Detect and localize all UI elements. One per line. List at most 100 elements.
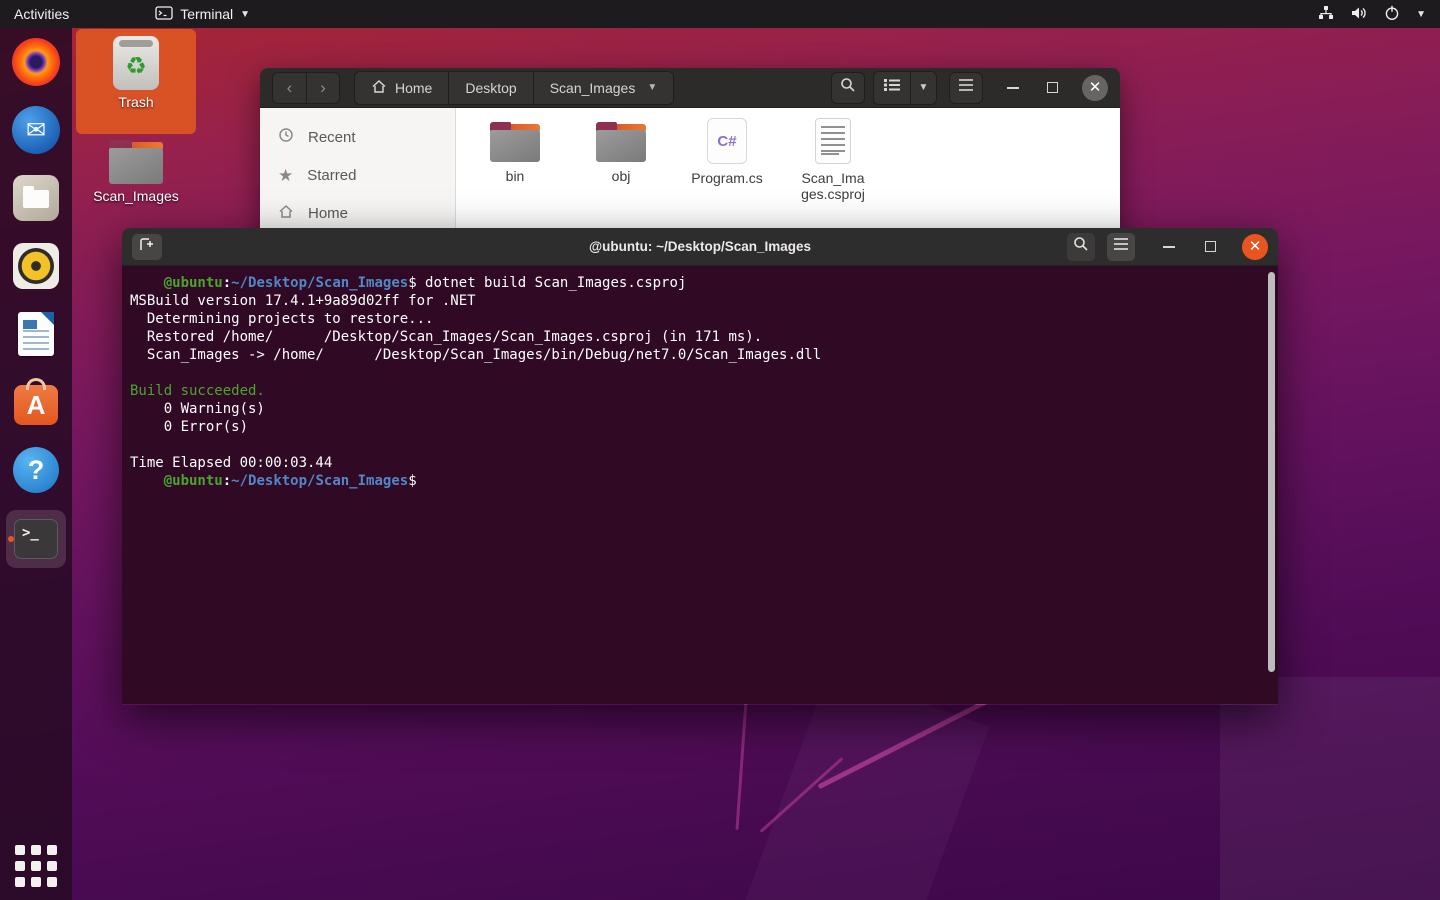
forward-button[interactable]: › xyxy=(306,73,339,103)
csharp-file-icon: C# xyxy=(707,118,747,164)
close-icon: ✕ xyxy=(1089,80,1102,95)
file-label: Scan_Images.csproj xyxy=(801,170,865,202)
sidebar-item-home[interactable]: Home xyxy=(260,194,455,232)
list-view-button[interactable] xyxy=(874,72,910,104)
file-item-program-cs[interactable]: C# Program.cs xyxy=(674,118,780,186)
maximize-button[interactable] xyxy=(1047,82,1058,93)
sidebar-item-label: Home xyxy=(308,205,348,222)
system-status-area[interactable]: ▼ xyxy=(1318,5,1440,24)
help-icon: ? xyxy=(13,447,59,493)
running-indicator-dot xyxy=(8,536,14,542)
wallpaper-shade xyxy=(1220,677,1440,900)
dock-item-thunderbird[interactable]: ✉ xyxy=(12,106,60,154)
desktop-icon-scan-images[interactable]: Scan_Images xyxy=(76,140,196,220)
rhythmbox-icon xyxy=(13,243,59,289)
terminal-screen[interactable]: @ubuntu:~/Desktop/Scan_Images$ dotnet bu… xyxy=(122,266,1278,704)
sidebar-item-starred[interactable]: ★ Starred xyxy=(260,156,455,194)
breadcrumb-scan-images[interactable]: Scan_Images ▼ xyxy=(533,72,674,104)
minimize-button[interactable] xyxy=(1007,87,1019,89)
terminal-line: Scan_Images -> /home/ /Desktop/Scan_Imag… xyxy=(130,346,1278,364)
terminal-line: Restored /home/ /Desktop/Scan_Images/Sca… xyxy=(130,328,1278,346)
breadcrumb-home[interactable]: Home xyxy=(355,72,448,104)
search-button[interactable] xyxy=(831,72,865,104)
terminal-menu-button[interactable] xyxy=(1107,233,1135,261)
terminal-window-icon xyxy=(155,6,173,23)
terminal-search-button[interactable] xyxy=(1067,233,1095,261)
terminal-line: @ubuntu:~/Desktop/Scan_Images$ dotnet bu… xyxy=(130,274,1278,292)
terminal-line: MSBuild version 17.4.1+9a89d02ff for .NE… xyxy=(130,292,1278,310)
trash-icon: ♻ xyxy=(113,36,159,90)
top-bar: Activities Terminal ▼ ▼ xyxy=(0,0,1440,28)
activities-button[interactable]: Activities xyxy=(0,0,83,28)
folder-icon xyxy=(596,122,646,162)
hamburger-menu-icon xyxy=(958,78,974,97)
terminal-line: Build succeeded. xyxy=(130,382,1278,400)
file-item-obj[interactable]: obj xyxy=(568,122,674,184)
list-view-icon xyxy=(883,78,901,97)
terminal-window: @ubuntu: ~/Desktop/Scan_Images ✕ @ubuntu… xyxy=(122,228,1278,705)
dock-item-firefox[interactable] xyxy=(12,38,60,86)
chevron-down-icon: ▼ xyxy=(1416,9,1426,20)
sidebar-item-label: Starred xyxy=(307,167,356,184)
folder-icon xyxy=(490,122,540,162)
power-icon xyxy=(1384,5,1400,24)
star-icon: ★ xyxy=(278,167,293,184)
desktop-icon-label: Trash xyxy=(118,94,153,110)
show-applications-button[interactable] xyxy=(15,845,57,887)
file-item-csproj[interactable]: Scan_Images.csproj xyxy=(780,118,886,202)
search-icon xyxy=(1073,236,1089,257)
back-button[interactable]: ‹ xyxy=(273,73,306,103)
dock-item-rhythmbox[interactable] xyxy=(12,242,60,290)
folder-icon xyxy=(109,140,163,184)
chevron-left-icon: ‹ xyxy=(287,78,293,98)
thunderbird-icon: ✉ xyxy=(12,106,60,154)
chevron-right-icon: › xyxy=(320,78,326,98)
recent-clock-icon xyxy=(278,127,294,147)
terminal-line xyxy=(130,436,1278,454)
activities-label: Activities xyxy=(14,6,69,22)
dock-item-files[interactable] xyxy=(12,174,60,222)
app-menu-terminal[interactable]: Terminal ▼ xyxy=(147,0,258,28)
wallpaper-art xyxy=(735,700,747,830)
recycle-icon: ♻ xyxy=(125,52,147,81)
maximize-button[interactable] xyxy=(1205,241,1216,252)
terminal-toolbar-right: ✕ xyxy=(1067,233,1268,261)
terminal-line: @ubuntu:~/Desktop/Scan_Images$ xyxy=(130,472,1278,490)
sidebar-item-recent[interactable]: Recent xyxy=(260,118,455,156)
dock-item-terminal[interactable]: >_ xyxy=(12,515,60,563)
minimize-button[interactable] xyxy=(1163,246,1175,248)
dock-item-libreoffice-writer[interactable] xyxy=(12,310,60,358)
volume-icon xyxy=(1350,5,1368,24)
sidebar-item-label: Recent xyxy=(308,129,356,146)
file-item-bin[interactable]: bin xyxy=(462,122,568,184)
close-icon: ✕ xyxy=(1249,239,1262,254)
desktop: Activities Terminal ▼ ▼ ✉ xyxy=(0,0,1440,900)
terminal-line: Determining projects to restore... xyxy=(130,310,1278,328)
close-button[interactable]: ✕ xyxy=(1242,234,1268,260)
chevron-down-icon: ▼ xyxy=(919,82,929,93)
files-toolbar-right: ▼ ✕ xyxy=(831,71,1108,105)
view-toggle: ▼ xyxy=(873,71,937,105)
breadcrumb-label: Desktop xyxy=(465,80,516,96)
document-icon xyxy=(815,118,851,164)
view-options-dropdown[interactable]: ▼ xyxy=(910,72,936,104)
file-label: obj xyxy=(589,168,653,184)
desktop-icon-trash[interactable]: ♻ Trash xyxy=(76,29,196,134)
files-menu-button[interactable] xyxy=(949,72,983,104)
search-icon xyxy=(840,77,856,98)
dock-item-help[interactable]: ? xyxy=(12,446,60,494)
navigation-buttons: ‹ › xyxy=(272,72,340,104)
breadcrumb-desktop[interactable]: Desktop xyxy=(448,72,532,104)
new-tab-button[interactable] xyxy=(132,234,162,260)
terminal-headerbar: @ubuntu: ~/Desktop/Scan_Images ✕ xyxy=(122,228,1278,266)
dock-item-ubuntu-software[interactable]: A xyxy=(12,378,60,426)
chevron-down-icon: ▼ xyxy=(240,9,250,20)
terminal-scrollbar[interactable] xyxy=(1268,272,1275,672)
terminal-line: Time Elapsed 00:00:03.44 xyxy=(130,454,1278,472)
close-button[interactable]: ✕ xyxy=(1082,75,1108,101)
chevron-down-icon: ▼ xyxy=(647,82,657,93)
home-icon xyxy=(278,204,294,223)
new-tab-icon xyxy=(138,236,156,257)
terminal-icon: >_ xyxy=(14,519,58,559)
breadcrumb: Home Desktop Scan_Images ▼ xyxy=(354,71,674,105)
